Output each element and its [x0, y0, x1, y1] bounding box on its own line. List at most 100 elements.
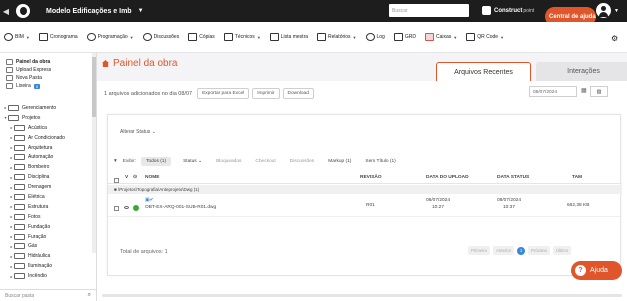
- filter-status[interactable]: Status ⌄: [183, 159, 202, 164]
- print-button[interactable]: Imprimir: [252, 88, 280, 99]
- chevron-down-icon: ▼: [352, 34, 357, 40]
- toolbar-programacao[interactable]: Programação ▼: [86, 33, 134, 41]
- tree-node[interactable]: ▸ Gerenciamento: [0, 103, 92, 113]
- tree-node[interactable]: ▸ Elétrica: [0, 192, 92, 202]
- help-button[interactable]: ? Ajuda: [571, 261, 622, 280]
- toolbar-qr-code[interactable]: QR Code ▼: [466, 33, 504, 41]
- filter-markup[interactable]: Markup (1): [328, 159, 351, 164]
- horizontal-scrollbar[interactable]: [102, 294, 622, 297]
- table-row[interactable]: ▣✔ OBT-EX-ARQ-001-SUB-R01.dwg R01 08/07/…: [108, 195, 622, 217]
- tree-node[interactable]: ▸ Gás: [0, 241, 92, 251]
- tree-node[interactable]: ▸ Furação: [0, 232, 92, 242]
- toolbar-label: Discussões: [153, 34, 180, 40]
- change-status-dropdown[interactable]: Alterar Status ⌄: [120, 129, 156, 135]
- checkbox[interactable]: [114, 206, 119, 211]
- technicians-icon: [223, 33, 233, 41]
- chevron-down-icon: ▼: [256, 34, 261, 40]
- project-name[interactable]: Modelo Edificações e Imb: [46, 8, 132, 15]
- view-toggle-button[interactable]: ▥: [590, 86, 608, 97]
- page-first-button[interactable]: Primeiro: [468, 246, 490, 255]
- filter-checkout[interactable]: Checkout: [255, 159, 275, 164]
- toolbar-copias[interactable]: Cópias: [188, 33, 215, 41]
- gear-icon[interactable]: ⚙: [611, 34, 618, 43]
- toolbar-caixas[interactable]: Caixas ▼: [424, 33, 458, 41]
- size-value: 662,38 KB: [567, 203, 590, 208]
- folder-icon: [14, 124, 25, 131]
- filter-discussoes[interactable]: Discussões: [290, 159, 315, 164]
- col-status-date[interactable]: DATA STATUS: [497, 175, 529, 180]
- filter-sem-titulo[interactable]: Sem Título (1): [365, 159, 395, 164]
- tab-interacoes[interactable]: Interações: [536, 62, 627, 82]
- date-input[interactable]: 08/07/2024: [529, 86, 577, 97]
- total-files: Total de arquivos: 1: [120, 249, 168, 255]
- user-avatar[interactable]: [596, 3, 611, 18]
- toolbar-log[interactable]: Log: [365, 33, 385, 41]
- page-current[interactable]: 1: [517, 246, 526, 255]
- history-icon: [365, 33, 375, 41]
- tree-node[interactable]: ▸ Automação: [0, 152, 92, 162]
- app-logo[interactable]: [16, 4, 30, 18]
- tree-node[interactable]: ▸ Acústica: [0, 123, 92, 133]
- sidebar-item-upload[interactable]: Upload Express: [6, 66, 96, 74]
- tree-node[interactable]: ▸ Incêndio: [0, 271, 92, 281]
- tree-node[interactable]: ▸ Arquitetura: [0, 143, 92, 153]
- change-status-label: Alterar Status: [120, 129, 151, 135]
- toolbar-lista-mestra[interactable]: Lista mestra: [269, 33, 309, 41]
- download-button[interactable]: Download: [282, 88, 314, 99]
- tree-node[interactable]: ▸ Drenagem: [0, 182, 92, 192]
- export-excel-button[interactable]: Exportar para Excel: [197, 88, 250, 99]
- col-revision[interactable]: REVISÃO: [360, 175, 382, 180]
- page-next-button[interactable]: Próxima: [528, 246, 550, 255]
- chevron-down-icon: ⌄: [151, 129, 156, 135]
- chevron-down-icon: ▼: [453, 34, 458, 40]
- tree-node[interactable]: ▸ Iluminação: [0, 261, 92, 271]
- tree-node[interactable]: ▸ Fotos: [0, 212, 92, 222]
- tree-node[interactable]: ▾ Projetos: [0, 113, 92, 123]
- added-info-text: 1 arquivos adicionados no dia 08/07: [104, 90, 193, 97]
- toolbar-relatorios[interactable]: Relatórios ▼: [317, 33, 357, 41]
- filter-bloqueados[interactable]: Bloqueados: [216, 159, 241, 164]
- page-prev-button[interactable]: Anterior: [493, 246, 515, 255]
- tree-node[interactable]: ▸ Estrutura: [0, 202, 92, 212]
- calendar-icon[interactable]: ▦: [581, 87, 587, 94]
- project-dropdown-icon[interactable]: ▼: [138, 8, 144, 14]
- tab-arquivos-recentes[interactable]: Arquivos Recentes: [436, 62, 531, 82]
- search-icon[interactable]: ⌕: [88, 292, 91, 299]
- folder-icon: [14, 134, 25, 141]
- filter-todos[interactable]: Todos (1): [141, 157, 172, 166]
- tree-node[interactable]: ▸ Ar Condicionado: [0, 133, 92, 143]
- tree-node[interactable]: ▸ Hidráulica: [0, 251, 92, 261]
- checkbox[interactable]: [114, 178, 119, 183]
- bim-icon: [4, 33, 13, 41]
- inbox-icon: [424, 33, 434, 41]
- sidebar-scrollbar[interactable]: [92, 53, 96, 253]
- toolbar-label: Lista mestra: [280, 34, 309, 40]
- toolbar-cronograma[interactable]: Cronograma: [38, 33, 78, 41]
- sidebar-item-painel[interactable]: Painel da obra: [6, 58, 96, 66]
- toolbar-label: Log: [376, 34, 385, 40]
- folder-icon: [14, 273, 25, 280]
- sidebar-item-lixeira[interactable]: Lixeira 0: [6, 82, 96, 90]
- folder-icon: [14, 243, 25, 250]
- folder-search-placeholder: Buscar pasta: [5, 293, 35, 299]
- folder-group-row[interactable]: ■ \Projetos\Topografia\Anteprojeto\Dwg (…: [108, 185, 622, 194]
- tree-node[interactable]: ▸ Disciplina: [0, 172, 92, 182]
- folder-search-input[interactable]: Buscar pasta ⌕: [0, 289, 97, 301]
- col-name[interactable]: NOME: [145, 175, 159, 180]
- col-upload-date[interactable]: DATA DO UPLOAD: [426, 175, 469, 180]
- sidebar-item-nova-pasta[interactable]: Nova Pasta: [6, 74, 96, 82]
- tree-node[interactable]: ▸ Fundação: [0, 222, 92, 232]
- toolbar-tecnicos[interactable]: Técnicos ▼: [223, 33, 261, 41]
- user-menu-icon[interactable]: ▼: [614, 8, 619, 14]
- toolbar-bim[interactable]: BIM ▼: [4, 33, 30, 41]
- chevron-down-icon: ▼: [500, 34, 505, 40]
- file-name[interactable]: OBT-EX-ARQ-001-SUB-R01.dwg: [145, 205, 216, 210]
- col-size[interactable]: TAM: [572, 175, 582, 180]
- back-arrow-icon[interactable]: ◀: [0, 7, 12, 16]
- tree-node[interactable]: ▸ Bombeiro: [0, 162, 92, 172]
- toolbar-grd[interactable]: GRD: [393, 33, 416, 41]
- folder-icon: [14, 154, 25, 161]
- page-last-button[interactable]: Último: [552, 246, 571, 255]
- toolbar-discussoes[interactable]: Discussões: [142, 33, 180, 41]
- global-search-input[interactable]: Buscar: [389, 4, 469, 17]
